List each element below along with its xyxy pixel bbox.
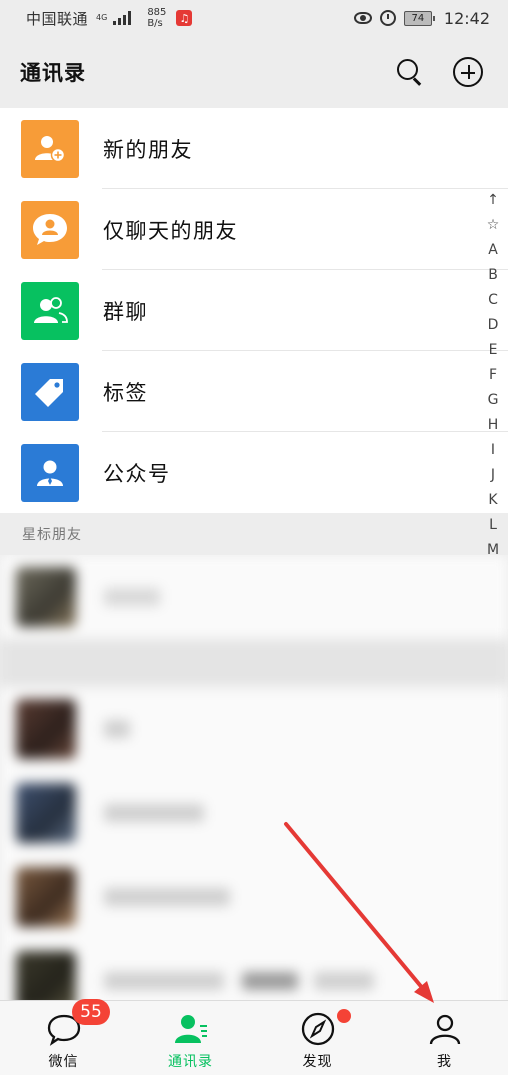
signal-icon xyxy=(113,11,132,25)
official-account-icon xyxy=(21,443,79,502)
chat-friend-icon xyxy=(21,200,79,259)
add-circle-icon xyxy=(453,57,483,87)
group-chat-icon xyxy=(21,281,79,340)
eye-comfort-icon xyxy=(353,12,372,24)
avatar xyxy=(16,783,76,843)
tab-me-label: 我 xyxy=(437,1054,452,1070)
new-moments-dot xyxy=(337,1009,351,1023)
index-letter[interactable]: F xyxy=(489,363,497,388)
unread-badge: 55 xyxy=(72,999,110,1025)
contact-row[interactable] xyxy=(0,555,508,639)
clock-time: 12:42 xyxy=(443,8,490,28)
index-letter[interactable]: E xyxy=(489,338,498,363)
profile-icon xyxy=(429,1014,460,1045)
bottom-tab-bar: 微信 55 通讯录 发现 我 xyxy=(0,999,508,1075)
index-letter[interactable]: H xyxy=(488,413,499,438)
group-chat-label: 群聊 xyxy=(103,299,148,324)
netease-music-icon: ♫ xyxy=(176,10,193,26)
function-list: 新的朋友 仅聊天的朋友 群聊 标签 公众号 xyxy=(0,108,508,513)
index-letter[interactable]: ☆ xyxy=(487,213,500,238)
new-friends-label: 新的朋友 xyxy=(103,137,193,162)
tags-label: 标签 xyxy=(103,380,148,405)
tag-icon xyxy=(21,362,79,421)
contact-row[interactable] xyxy=(0,687,508,771)
alphabet-index[interactable]: ↑ ☆ A B C D E F G H I J K L M xyxy=(482,188,504,563)
tab-contacts-label: 通讯录 xyxy=(168,1054,213,1070)
network-speed: 885 B/s xyxy=(147,7,167,29)
index-letter[interactable]: J xyxy=(491,463,495,488)
official-accounts-item[interactable]: 公众号 xyxy=(0,432,508,513)
index-letter[interactable]: B xyxy=(488,263,498,288)
status-bar: 中国联通 4G 885 B/s ♫ 74 12:42 xyxy=(0,0,508,36)
add-button[interactable] xyxy=(448,52,488,92)
index-letter[interactable]: K xyxy=(488,488,497,513)
tags-item[interactable]: 标签 xyxy=(0,351,508,432)
network-type: 4G xyxy=(96,13,108,22)
avatar xyxy=(16,699,76,759)
index-letter[interactable]: ↑ xyxy=(487,188,499,213)
chat-only-friends-item[interactable]: 仅聊天的朋友 xyxy=(0,189,508,270)
compass-icon xyxy=(301,1012,334,1046)
index-letter[interactable]: D xyxy=(488,313,499,338)
index-letter[interactable]: L xyxy=(489,513,497,538)
search-button[interactable] xyxy=(390,52,430,92)
official-accounts-label: 公众号 xyxy=(103,461,171,486)
contacts-icon xyxy=(174,1015,207,1043)
index-letter[interactable]: C xyxy=(488,288,498,313)
carrier-name: 中国联通 xyxy=(26,9,89,28)
index-letter[interactable]: A xyxy=(488,238,498,263)
starred-friends-header: 星标朋友 xyxy=(0,513,508,555)
search-icon xyxy=(397,59,423,86)
chat-only-friends-label: 仅聊天的朋友 xyxy=(103,218,238,243)
status-left: 中国联通 4G 885 B/s ♫ xyxy=(26,7,354,29)
tab-discover[interactable]: 发现 xyxy=(254,1001,381,1075)
tab-chats[interactable]: 微信 55 xyxy=(0,999,127,1075)
tab-discover-label: 发现 xyxy=(302,1054,333,1070)
contact-row[interactable] xyxy=(0,771,508,855)
index-letter[interactable]: M xyxy=(487,538,499,563)
tab-chats-label: 微信 xyxy=(48,1054,79,1070)
contact-list[interactable] xyxy=(0,555,508,1000)
contact-row[interactable] xyxy=(0,855,508,939)
group-chat-item[interactable]: 群聊 xyxy=(0,270,508,351)
page-title: 通讯录 xyxy=(20,61,86,85)
tab-contacts[interactable]: 通讯录 xyxy=(127,1001,254,1075)
add-friend-icon xyxy=(21,119,79,178)
avatar xyxy=(16,867,76,927)
alarm-icon xyxy=(379,10,396,26)
app-header: 通讯录 xyxy=(0,36,508,108)
starred-friends-title: 星标朋友 xyxy=(22,527,82,543)
index-letter[interactable]: G xyxy=(488,388,499,413)
contact-row[interactable] xyxy=(0,939,508,1000)
status-right: 74 12:42 xyxy=(353,8,490,28)
avatar xyxy=(16,951,76,1000)
index-letter[interactable]: I xyxy=(491,438,495,463)
tab-me[interactable]: 我 xyxy=(381,1001,508,1075)
avatar xyxy=(16,567,76,627)
new-friends-item[interactable]: 新的朋友 xyxy=(0,108,508,189)
battery-icon: 74 xyxy=(403,10,435,26)
